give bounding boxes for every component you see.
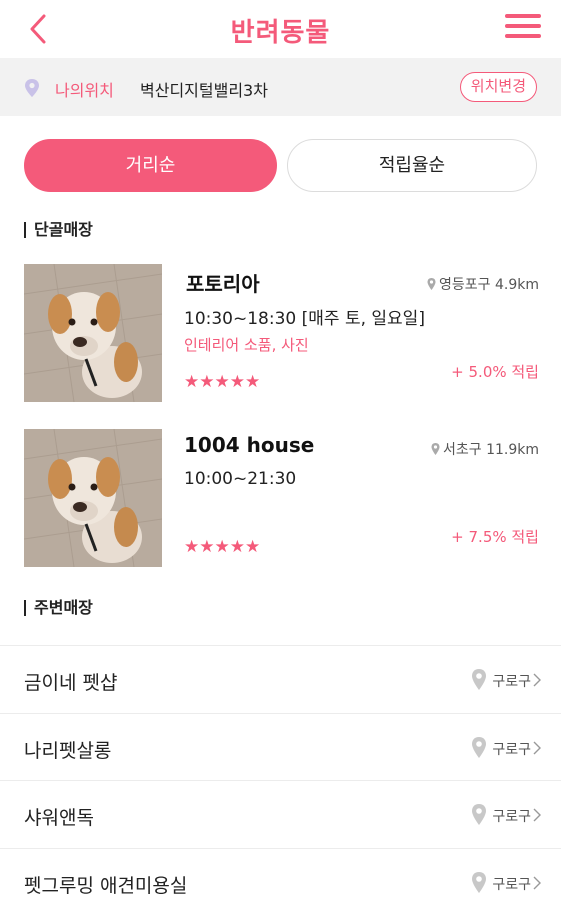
sort-by-reward-rate-button[interactable]: 적립율순 — [287, 139, 537, 192]
store-distance: 서초구 11.9km — [431, 439, 539, 459]
store-reward-rate: + 5.0% 적립 — [451, 363, 539, 381]
nearby-store-region-text: 구로구 — [492, 876, 531, 893]
nearby-store-list: 금이네 펫샵 구로구 나리펫살롱 구로구 샤워앤독 구로구 펫그루밍 애견미용실… — [0, 645, 561, 900]
nearby-store-region-text: 구로구 — [492, 674, 531, 690]
menu-button[interactable] — [505, 14, 541, 44]
store-distance-text: 서초구 11.9km — [442, 442, 539, 458]
nearby-store-region-text: 구로구 — [492, 809, 531, 825]
nearby-store-name: 나리펫살롱 — [24, 739, 112, 762]
page-title: 반려동물 — [230, 18, 331, 48]
nearby-store-name: 금이네 펫샵 — [24, 672, 118, 694]
nearby-store-region: 구로구 — [461, 871, 541, 895]
store-name: 포토리아 — [186, 272, 260, 296]
nearby-store-item[interactable]: 샤워앤독 구로구 — [0, 780, 561, 848]
nearby-store-item[interactable]: 금이네 펫샵 구로구 — [0, 645, 561, 713]
store-distance: 영등포구 4.9km — [427, 274, 539, 294]
store-reward-rate: + 7.5% 적립 — [451, 528, 539, 546]
map-pin-icon — [472, 669, 486, 690]
nearby-store-region: 구로구 — [461, 668, 541, 692]
favorite-stores-heading: 단골매장 — [24, 222, 93, 238]
map-pin-icon — [472, 736, 486, 758]
my-location-label: 나의위치 — [55, 81, 114, 100]
map-pin-icon — [431, 443, 440, 455]
store-rating-stars: ★★★★★ — [184, 372, 261, 392]
store-hours: 10:00~21:30 — [184, 469, 297, 489]
store-category: 인테리어 소품, 사진 — [184, 336, 309, 354]
favorite-store-card[interactable]: 1004 house 서초구 11.9km 10:00~21:30 + 7.5%… — [0, 429, 561, 569]
location-bar: 나의위치 벽산디지털밸리3차 위치변경 — [0, 58, 561, 116]
nearby-store-name: 펫그루밍 애견미용실 — [24, 874, 188, 897]
nearby-store-item[interactable]: 나리펫살롱 구로구 — [0, 712, 561, 781]
sort-by-distance-button[interactable]: 거리순 — [24, 139, 277, 192]
chevron-right-icon — [533, 808, 541, 822]
nearby-store-item[interactable]: 펫그루밍 애견미용실 구로구 — [0, 847, 561, 900]
current-location-value: 벽산디지털밸리3차 — [140, 81, 268, 100]
favorite-store-card[interactable]: 포토리아 영등포구 4.9km 10:30~18:30 [매주 토, 일요일] … — [0, 264, 561, 404]
nearby-store-name: 샤워앤독 — [24, 807, 94, 829]
store-hours: 10:30~18:30 [매주 토, 일요일] — [184, 309, 425, 329]
map-pin-icon — [427, 278, 436, 290]
map-pin-icon — [472, 804, 486, 825]
app-header: 반려동물 — [0, 0, 561, 58]
change-location-button[interactable]: 위치변경 — [459, 72, 537, 102]
nearby-store-region-text: 구로구 — [492, 741, 531, 758]
chevron-right-icon — [533, 741, 541, 754]
store-photo — [24, 264, 162, 402]
nearby-store-region: 구로구 — [461, 736, 541, 760]
store-photo — [24, 429, 162, 567]
store-distance-text: 영등포구 4.9km — [439, 277, 539, 293]
chevron-right-icon — [533, 876, 541, 889]
nearby-store-region: 구로구 — [461, 803, 541, 827]
store-rating-stars: ★★★★★ — [184, 537, 261, 557]
store-name: 1004 house — [184, 433, 315, 457]
chevron-right-icon — [533, 673, 541, 687]
hamburger-menu-icon — [505, 14, 541, 38]
map-pin-icon — [25, 79, 39, 97]
map-pin-icon — [472, 871, 486, 893]
nearby-stores-heading: 주변매장 — [24, 600, 93, 616]
